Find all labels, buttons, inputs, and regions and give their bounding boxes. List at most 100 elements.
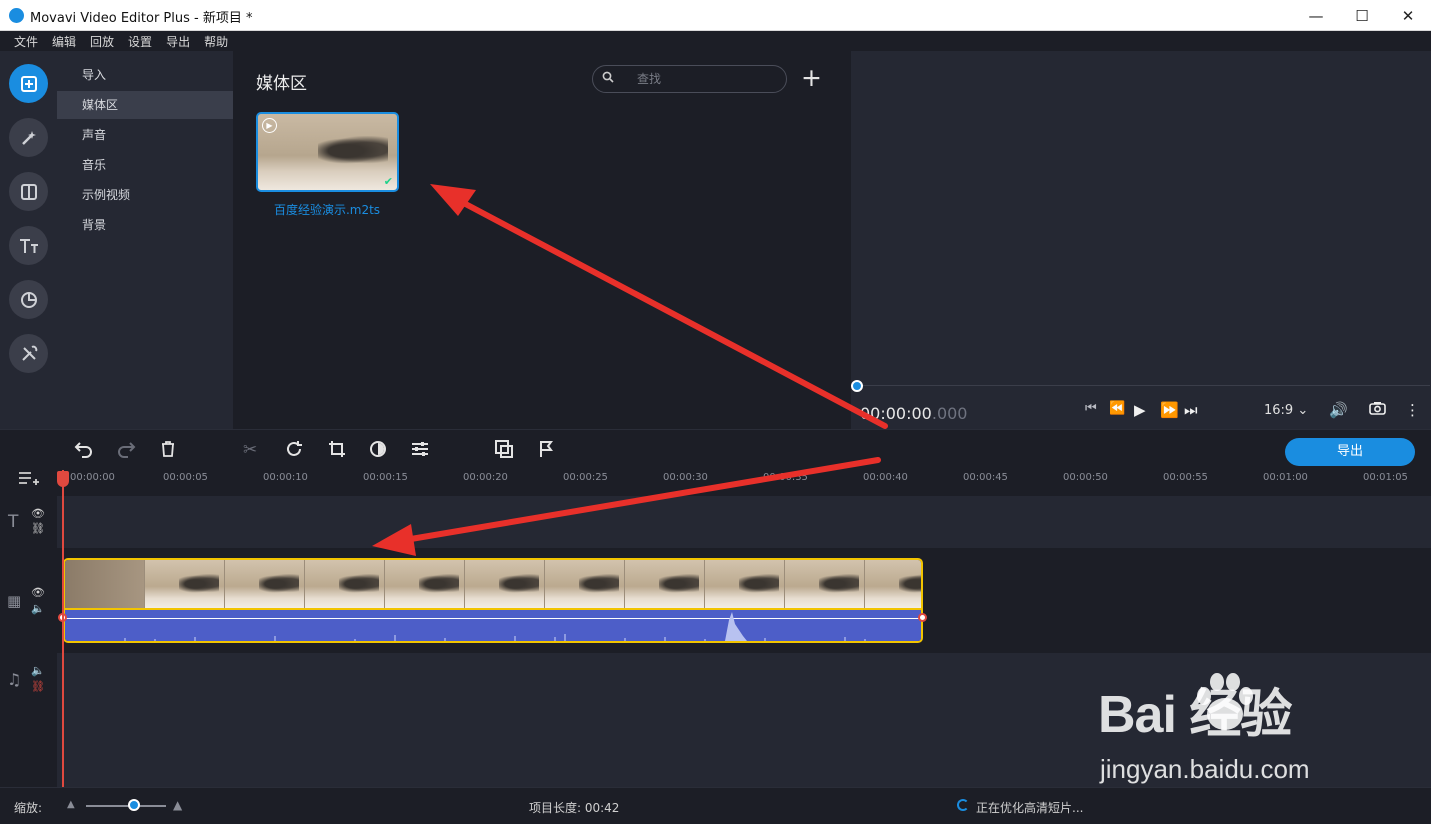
clip-frame	[545, 560, 625, 608]
optimizing-status: 正在优化高清短片...	[976, 801, 1084, 815]
preview-scrubber-handle[interactable]	[851, 380, 863, 392]
titles-icon[interactable]	[9, 226, 48, 265]
clip-properties-icon[interactable]	[411, 440, 429, 463]
clip-frame	[625, 560, 705, 608]
status-bar: 缩放: ▲ ▲ 项目长度: 00:42 正在优化高清短片...	[0, 787, 1431, 824]
category-sound[interactable]: 声音	[57, 121, 233, 149]
import-icon[interactable]	[9, 64, 48, 103]
color-adjust-icon[interactable]	[369, 440, 387, 463]
timeline-playhead-handle[interactable]	[57, 471, 69, 487]
more-options-icon[interactable]: ⋮	[1405, 401, 1420, 419]
menu-help[interactable]: 帮助	[204, 33, 228, 50]
maximize-button[interactable]: ☐	[1339, 0, 1385, 31]
step-forward-icon[interactable]: ⏩	[1160, 401, 1179, 419]
search-input[interactable]	[637, 71, 772, 87]
undo-icon[interactable]	[74, 440, 94, 463]
title-bar: Movavi Video Editor Plus - 新项目 * — ☐ ✕	[0, 0, 1431, 31]
skip-to-start-icon[interactable]: ⏮	[1085, 401, 1097, 416]
timecode-main: 00:00:00	[860, 404, 932, 423]
clip-audio-waveform[interactable]	[65, 610, 921, 641]
redo-icon[interactable]	[116, 440, 136, 463]
step-back-icon[interactable]: ⏪	[1109, 401, 1125, 416]
search-icon	[602, 71, 614, 86]
ruler-label: 00:01:00	[1263, 472, 1308, 483]
magic-wand-icon[interactable]	[9, 118, 48, 157]
ruler-label: 00:00:05	[163, 472, 208, 483]
clip-frame	[705, 560, 785, 608]
ruler-label: 00:00:40	[863, 472, 908, 483]
export-button[interactable]: 导出	[1285, 438, 1415, 466]
clip-frame	[145, 560, 225, 608]
media-thumbnail[interactable]: ▶ ✔	[256, 112, 399, 192]
minimize-button[interactable]: —	[1293, 0, 1339, 31]
ruler-label: 00:00:00	[70, 472, 115, 483]
cut-icon[interactable]: ✂	[243, 440, 257, 460]
category-media[interactable]: 媒体区	[57, 91, 233, 119]
clip-frame	[305, 560, 385, 608]
clip-frame	[385, 560, 465, 608]
transition-icon[interactable]	[9, 172, 48, 211]
menu-playback[interactable]: 回放	[90, 33, 114, 50]
menu-bar: 文件 编辑 回放 设置 导出 帮助	[0, 31, 1431, 51]
zoom-in-icon[interactable]: ▲	[173, 798, 182, 812]
checkmark-icon: ✔	[383, 175, 393, 188]
preview-panel: 00:00:00.000 ⏮ ⏪ ▶ ⏩ ⏭ 16:9 ⌄ 🔊 ⋮	[850, 51, 1431, 429]
add-media-icon[interactable]: +	[801, 63, 822, 92]
rotate-icon[interactable]	[285, 440, 303, 463]
category-music[interactable]: 音乐	[57, 151, 233, 179]
zoom-out-icon[interactable]: ▲	[67, 799, 75, 810]
zoom-label: 缩放:	[14, 801, 43, 815]
ruler-label: 00:00:10	[263, 472, 308, 483]
sticker-icon[interactable]	[9, 280, 48, 319]
snapshot-icon[interactable]	[1369, 401, 1386, 419]
menu-export[interactable]: 导出	[166, 33, 190, 50]
search-box[interactable]	[592, 65, 787, 93]
preview-scrubber-track[interactable]	[856, 385, 1430, 386]
ruler-label: 00:00:50	[1063, 472, 1108, 483]
tools-icon[interactable]	[9, 334, 48, 373]
menu-settings[interactable]: 设置	[128, 33, 152, 50]
mute-volume-icon[interactable]: 🔈	[31, 664, 45, 677]
category-sample-videos[interactable]: 示例视频	[57, 181, 233, 209]
timeline-ruler[interactable]: 00:00:00 00:00:05 00:00:10 00:00:15 00:0…	[57, 468, 1431, 496]
marker-flag-icon[interactable]	[538, 440, 554, 463]
link-icon[interactable]: ⛓	[31, 522, 45, 535]
track-headers: T 👁 ⛓ ▦ 👁 🔈 ♫ 🔈 ⛓	[0, 496, 57, 787]
visibility-eye-icon[interactable]: 👁	[31, 586, 45, 599]
visibility-eye-icon[interactable]: 👁	[31, 507, 45, 520]
add-track-icon[interactable]	[18, 470, 40, 492]
ruler-label: 00:01:05	[1363, 472, 1408, 483]
category-backgrounds[interactable]: 背景	[57, 211, 233, 239]
loading-spinner-icon	[957, 799, 969, 811]
zoom-slider-track[interactable]	[86, 805, 166, 807]
title-track[interactable]	[57, 496, 1431, 548]
menu-edit[interactable]: 编辑	[52, 33, 76, 50]
menu-file[interactable]: 文件	[14, 33, 38, 50]
volume-keyframe-right[interactable]	[918, 613, 927, 622]
tool-rail	[0, 51, 57, 429]
mute-volume-icon[interactable]: 🔈	[31, 602, 45, 615]
close-button[interactable]: ✕	[1385, 0, 1431, 31]
media-file-name: 百度经验演示.m2ts	[273, 203, 381, 217]
media-heading: 媒体区	[256, 74, 307, 94]
ruler-label: 00:00:35	[763, 472, 808, 483]
clip-frame	[865, 560, 921, 608]
play-preview-icon[interactable]: ▶	[262, 118, 277, 133]
volume-icon[interactable]: 🔊	[1329, 401, 1348, 419]
category-panel: 导入 媒体区 声音 音乐 示例视频 背景	[57, 51, 233, 429]
preview-timecode: 00:00:00.000	[860, 404, 967, 423]
link-icon[interactable]: ⛓	[31, 680, 45, 693]
skip-to-end-icon[interactable]: ⏭	[1184, 401, 1198, 419]
category-import[interactable]: 导入	[57, 61, 233, 89]
ruler-label: 00:00:45	[963, 472, 1008, 483]
baidu-watermark: Bai 经验 jingyan.baidu.com	[1098, 668, 1408, 798]
timeline-playhead-line[interactable]	[62, 470, 64, 787]
zoom-slider-handle[interactable]	[128, 799, 140, 811]
play-icon[interactable]: ▶	[1134, 401, 1146, 419]
video-clip[interactable]	[63, 558, 923, 643]
crop-icon[interactable]	[328, 440, 346, 463]
music-track-icon: ♫	[7, 670, 22, 689]
aspect-ratio-dropdown[interactable]: 16:9 ⌄	[1264, 403, 1308, 418]
overlay-icon[interactable]	[495, 440, 513, 463]
delete-icon[interactable]	[160, 440, 176, 463]
